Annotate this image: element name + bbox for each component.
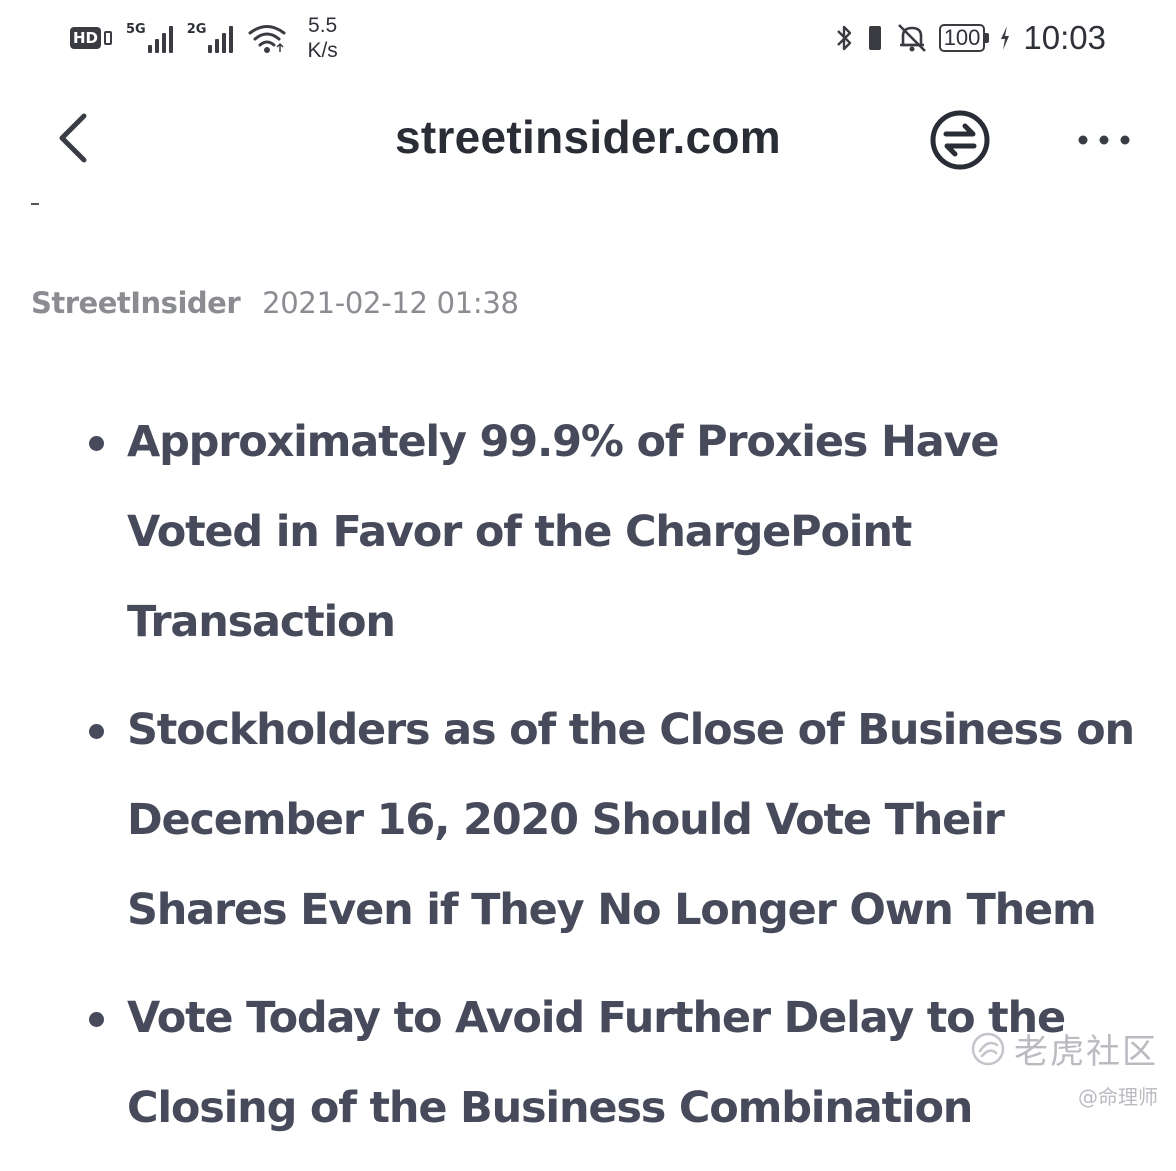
- battery-level: 100: [938, 24, 986, 52]
- page-title: streetinsider.com: [394, 111, 782, 163]
- hd-label: HD: [70, 27, 102, 49]
- network-label-5g: 5G: [126, 22, 146, 37]
- watermark-handle: @命理师: [1078, 1085, 1158, 1109]
- speed-unit: K/s: [307, 39, 338, 62]
- article-source: StreetInsider: [31, 286, 241, 320]
- more-dots-icon: [1078, 135, 1130, 145]
- hd-bar-icon: [104, 31, 113, 45]
- bullet-text: Stockholders as of the Close of Business…: [127, 705, 1135, 935]
- bell-off-icon: [897, 24, 926, 52]
- list-item: Stockholders as of the Close of Business…: [0, 685, 1176, 955]
- status-right: 100 10:03: [835, 12, 1106, 64]
- status-left: HD 5G 2G 5.5 K/s: [70, 12, 338, 64]
- article-byline: StreetInsider 2021-02-12 01:38: [31, 286, 519, 320]
- bullet-text: Approximately 99.9% of Proxies Have Vote…: [127, 417, 1000, 647]
- hd-icon: HD: [70, 27, 113, 49]
- network-label-2g: 2G: [186, 22, 207, 37]
- charging-icon: [1001, 26, 1010, 50]
- progress-indicator: [31, 203, 39, 205]
- signal-2g-icon: 2G: [187, 23, 234, 53]
- wifi-icon: [248, 25, 286, 53]
- bullet-dot-icon: [89, 1012, 104, 1027]
- signal-5g-icon: 5G: [126, 23, 173, 53]
- tiger-logo-icon: [971, 1032, 1005, 1065]
- battery-icon: 100: [938, 24, 990, 52]
- list-item: Approximately 99.9% of Proxies Have Vote…: [0, 397, 1176, 667]
- clock: 10:03: [1023, 19, 1106, 56]
- bluetooth-icon: [836, 25, 851, 51]
- bullet-dot-icon: [89, 724, 104, 739]
- network-speed: 5.5 K/s: [307, 13, 337, 63]
- nav-bar: streetinsider.com: [0, 90, 1176, 190]
- watermark-logo-text: 老虎社区: [1014, 1032, 1158, 1072]
- status-bar: HD 5G 2G 5.5 K/s 100 10:03: [0, 0, 1176, 80]
- article-date: 2021-02-12 01:38: [262, 286, 519, 320]
- bullet-dot-icon: [89, 436, 104, 451]
- bullet-text: Vote Today to Avoid Further Delay to the…: [127, 993, 1066, 1133]
- switch-arrows-icon: [930, 110, 990, 170]
- speed-value: 5.5: [308, 14, 338, 37]
- watermark: 老虎社区 @命理师: [970, 1024, 1158, 1110]
- switch-mode-button[interactable]: [929, 109, 991, 171]
- vibrate-icon: [868, 26, 881, 50]
- more-button[interactable]: [1076, 126, 1132, 154]
